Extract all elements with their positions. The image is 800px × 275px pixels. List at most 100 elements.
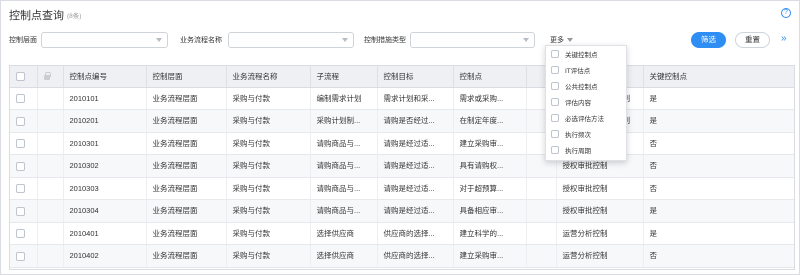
table-cell: 建立采购审... [453, 244, 527, 268]
row-checkbox[interactable] [16, 184, 25, 193]
table-cell: 否 [643, 132, 794, 155]
option-checkbox[interactable] [551, 66, 559, 74]
column-header[interactable]: 子流程 [310, 66, 378, 88]
option-checkbox[interactable] [551, 82, 559, 90]
row-select-cell[interactable] [10, 87, 38, 110]
table-cell: 业务流程层面 [146, 177, 227, 200]
table-cell: 采购与付款 [226, 109, 311, 133]
table-cell: 供应商的选择... [377, 222, 454, 245]
filter-button[interactable]: 筛选 [691, 32, 726, 48]
more-filter-option[interactable]: 执行周期 [546, 142, 626, 158]
table-row[interactable]: 2010401 业务流程层面 采购与付款 选择供应商 供应商的选择... 建立科学的...… [10, 222, 794, 245]
record-count: (8条) [67, 13, 82, 20]
table-cell: 业务流程层面 [146, 244, 227, 268]
table-header-row: 控制点编号 控制层面 业务流程名称 子流程 控制目标 控制点 控制措施类型 关键… [10, 66, 794, 88]
more-filter-option[interactable]: 关键控制点 [546, 46, 626, 62]
table-cell: 2010302 [63, 154, 147, 178]
table-cell: 需求计划和采... [377, 87, 454, 110]
table-cell: 在制定年度... [453, 109, 527, 133]
row-checkbox[interactable] [16, 116, 25, 126]
table-cell: 业务流程层面 [146, 199, 227, 223]
row-select-cell[interactable] [10, 177, 38, 200]
more-filter-option[interactable]: 必选评估方法 [546, 110, 626, 126]
expand-icon[interactable]: » [781, 34, 787, 44]
row-checkbox[interactable] [16, 161, 25, 171]
table-cell: 请购商品与... [310, 154, 378, 178]
table-cell: 请购是经过适... [377, 177, 454, 200]
table-row[interactable]: 2010101 业务流程层面 采购与付款 编制需求计划 需求计划和采... 需求或采购..… [10, 87, 794, 110]
measure-type-label: 控制措施类型 [364, 37, 406, 44]
lock-column-header [37, 66, 64, 88]
row-checkbox[interactable] [16, 206, 25, 216]
option-label: 执行频次 [565, 132, 591, 139]
row-select-cell[interactable] [10, 132, 38, 155]
more-filter-option[interactable]: 公共控制点 [546, 78, 626, 94]
row-lock-cell [37, 222, 64, 245]
row-lock-cell [37, 87, 64, 110]
table-cell: 请购是经过适... [377, 154, 454, 178]
table-cell: 采购计划制... [310, 109, 378, 133]
table-row[interactable]: 2010303 业务流程层面 采购与付款 请购商品与... 请购是经过适... 对于超预算… [10, 177, 794, 200]
option-checkbox[interactable] [551, 146, 559, 154]
row-lock-cell [37, 109, 64, 133]
table-row[interactable]: 2010402 业务流程层面 采购与付款 选择供应商 供应商的选择... 建立采购审...… [10, 244, 794, 268]
table-cell [526, 222, 557, 245]
table-cell: 需求或采购... [453, 87, 527, 110]
row-select-cell[interactable] [10, 199, 38, 223]
row-lock-cell [37, 132, 64, 155]
table-cell: 采购与付款 [226, 154, 311, 178]
reset-button[interactable]: 重置 [735, 32, 770, 48]
table-cell: 请购是经过适... [377, 132, 454, 155]
more-filters-toggle[interactable]: 更多 [550, 35, 564, 45]
table-cell: 2010304 [63, 199, 147, 223]
option-label: 评估内容 [565, 100, 591, 107]
business-process-select[interactable] [228, 32, 354, 48]
row-select-cell[interactable] [10, 109, 38, 133]
column-header[interactable]: 业务流程名称 [226, 66, 311, 88]
option-checkbox[interactable] [551, 114, 559, 122]
more-filter-option[interactable]: 执行频次 [546, 126, 626, 142]
table-cell: 请购商品与... [310, 177, 378, 200]
chevron-down-icon [523, 38, 529, 42]
control-level-select[interactable] [41, 32, 168, 48]
table-row[interactable]: 2010301 业务流程层面 采购与付款 请购商品与... 请购是经过适... 建立采购审… [10, 132, 794, 155]
table-cell [526, 177, 557, 200]
help-icon[interactable]: ? [781, 8, 791, 18]
table-cell: 运营分析控制 [556, 244, 644, 268]
measure-type-select[interactable] [410, 32, 535, 48]
row-select-cell[interactable] [10, 222, 38, 245]
table-row[interactable]: 2010304 业务流程层面 采购与付款 请购商品与... 请购是经过适... 具备相应审… [10, 199, 794, 223]
option-checkbox[interactable] [551, 98, 559, 106]
select-all-checkbox[interactable] [16, 72, 25, 81]
table-cell: 采购与付款 [226, 244, 311, 268]
table-cell: 具备相应审... [453, 199, 527, 223]
column-header[interactable]: 控制点 [453, 66, 527, 88]
column-header[interactable]: 关键控制点 [643, 66, 794, 88]
business-process-label: 业务流程名称 [180, 37, 222, 44]
more-filter-option[interactable]: IT评估点 [546, 62, 626, 78]
row-select-cell[interactable] [10, 154, 38, 178]
row-select-cell[interactable] [10, 244, 38, 268]
row-checkbox[interactable] [16, 139, 25, 148]
more-filter-option[interactable]: 评估内容 [546, 94, 626, 110]
table-row[interactable]: 2010302 业务流程层面 采购与付款 请购商品与... 请购是经过适... 具有请购权… [10, 154, 794, 178]
row-checkbox[interactable] [16, 94, 25, 103]
table-row[interactable]: 2010201 业务流程层面 采购与付款 采购计划制... 请购是否经过... 在制定年度… [10, 109, 794, 133]
column-header[interactable]: 控制点编号 [63, 66, 147, 88]
table-cell: 选择供应商 [310, 244, 378, 268]
select-all-cell[interactable] [10, 66, 38, 88]
row-checkbox[interactable] [16, 229, 25, 238]
table-cell: 采购与付款 [226, 132, 311, 155]
table-cell: 是 [643, 199, 794, 223]
column-header[interactable]: 控制目标 [377, 66, 454, 88]
table-cell: 采购与付款 [226, 177, 311, 200]
row-checkbox[interactable] [16, 251, 25, 261]
table-cell: 对于超预算... [453, 177, 527, 200]
option-checkbox[interactable] [551, 50, 559, 58]
chevron-down-icon[interactable] [567, 38, 573, 42]
table-cell: 业务流程层面 [146, 109, 227, 133]
table-cell: 业务流程层面 [146, 222, 227, 245]
option-checkbox[interactable] [551, 130, 559, 138]
table-cell: 2010401 [63, 222, 147, 245]
column-header[interactable]: 控制层面 [146, 66, 227, 88]
